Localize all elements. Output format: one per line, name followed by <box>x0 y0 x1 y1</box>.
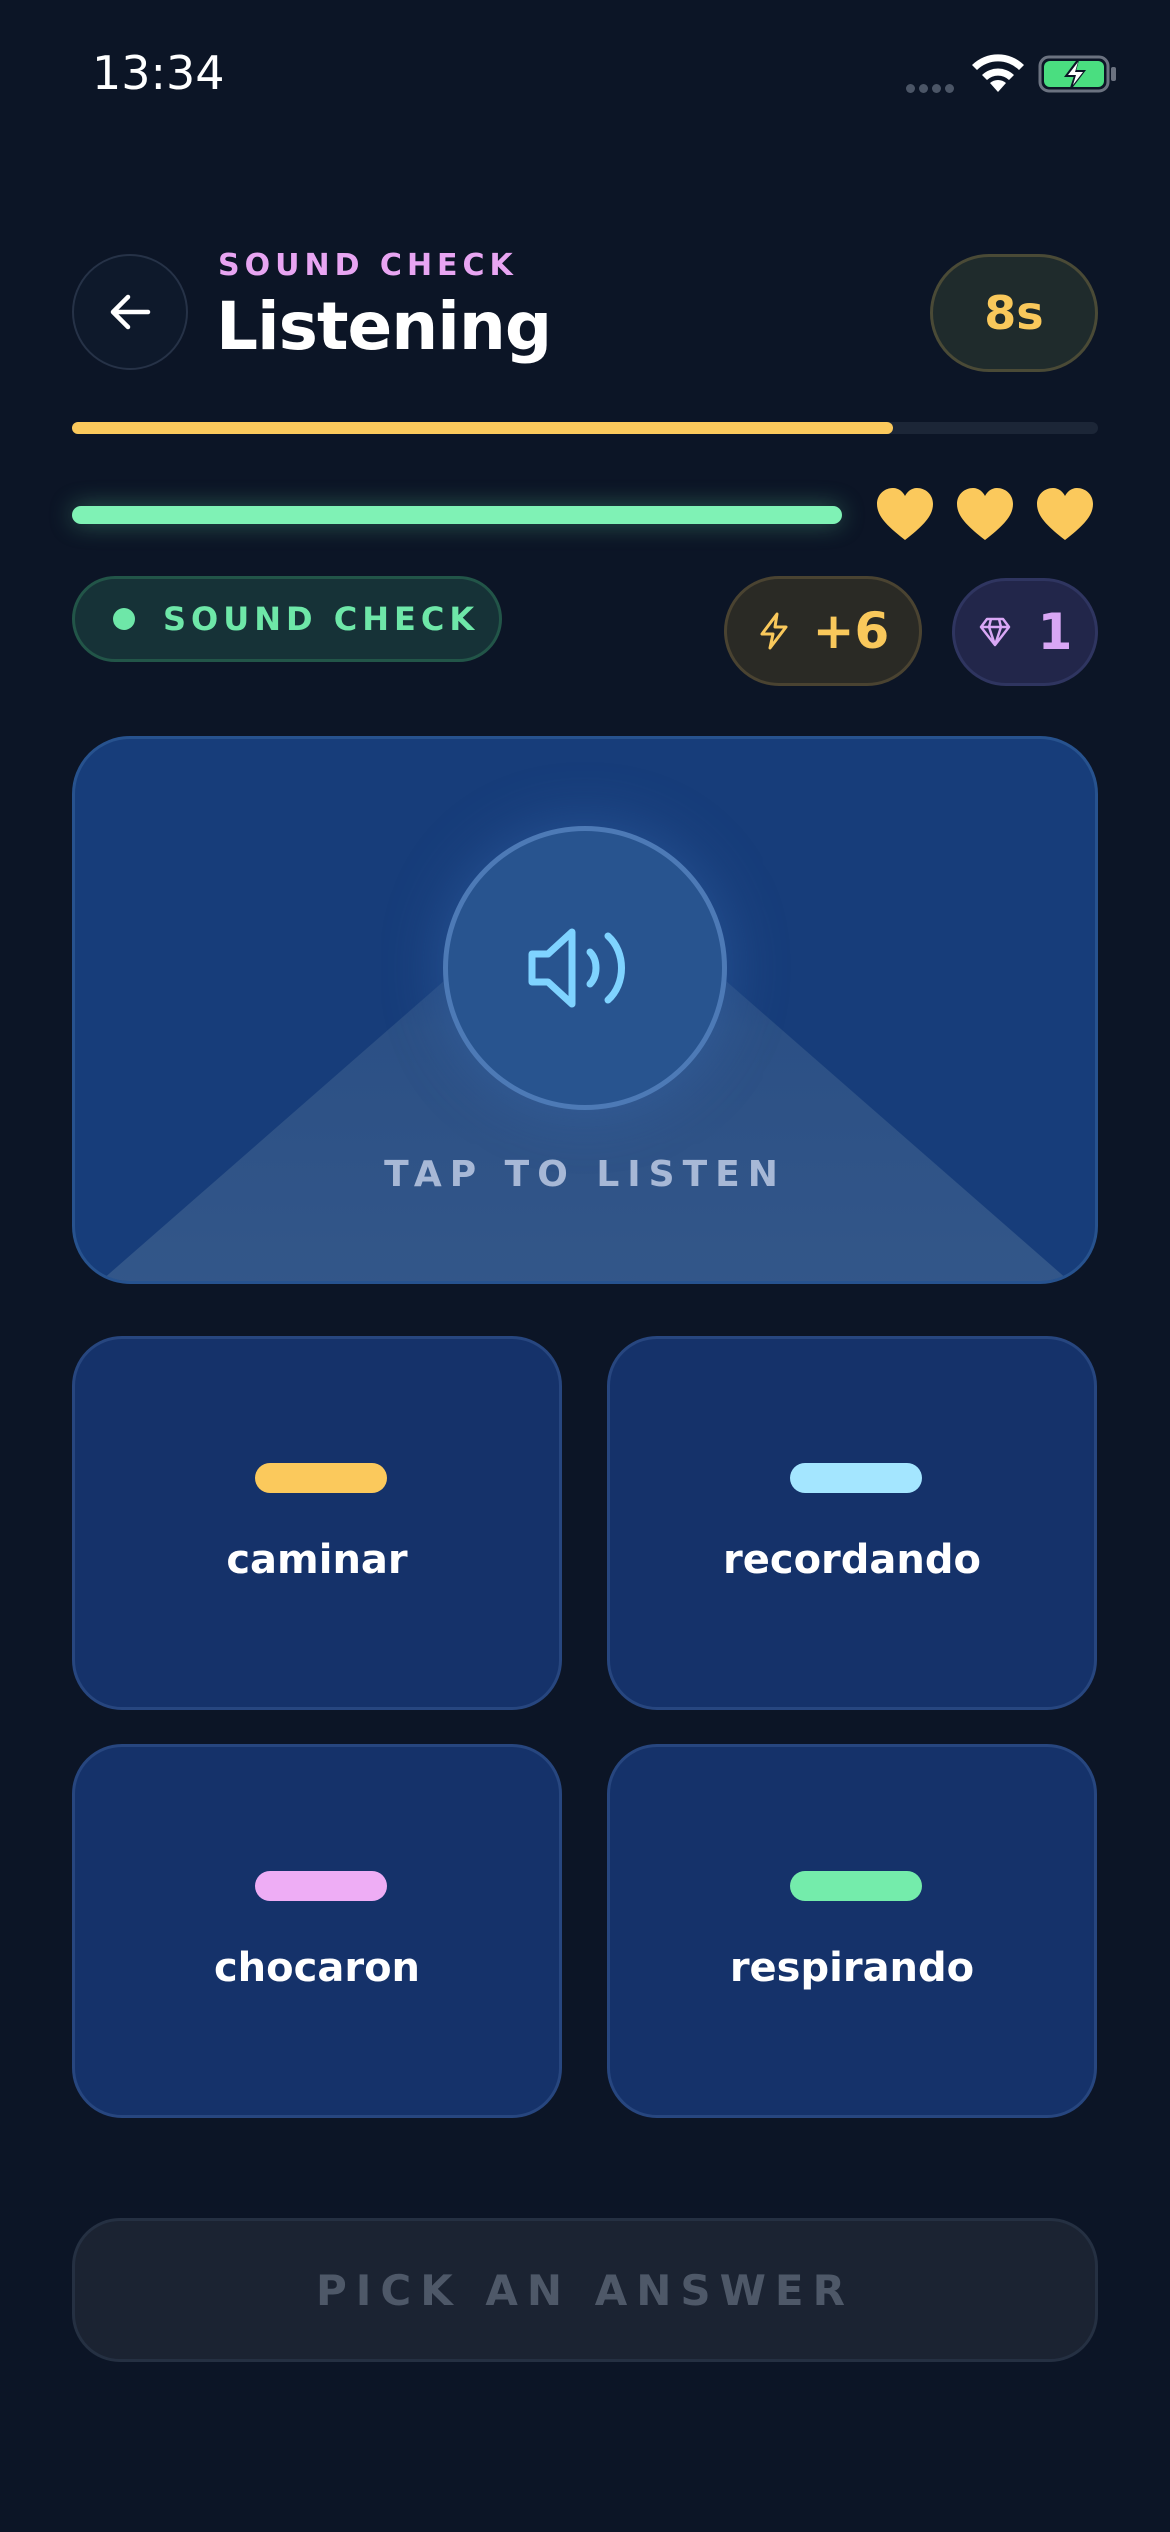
lesson-progress-fill <box>72 422 893 434</box>
answer-option[interactable]: recordando <box>607 1336 1097 1710</box>
health-bar <box>72 506 842 524</box>
answer-color-pill <box>790 1871 922 1901</box>
arrow-left-icon <box>110 294 151 330</box>
answer-color-pill <box>255 1871 387 1901</box>
answer-word: respirando <box>729 1945 975 1991</box>
mode-chip-label: SOUND CHECK <box>163 600 480 638</box>
answer-word: caminar <box>226 1537 408 1583</box>
wifi-icon <box>972 54 1024 92</box>
gem-count: 1 <box>1037 603 1073 661</box>
answer-word: recordando <box>723 1537 981 1583</box>
play-audio-button[interactable] <box>443 826 727 1110</box>
timer-badge: 8s <box>930 254 1098 372</box>
gem-chip: 1 <box>952 578 1098 686</box>
answer-option[interactable]: respirando <box>607 1744 1097 2118</box>
answer-color-pill <box>790 1463 922 1493</box>
heart-icon <box>877 488 933 540</box>
answer-color-pill <box>255 1463 387 1493</box>
xp-value: +6 <box>812 602 890 660</box>
gem-icon <box>979 617 1010 647</box>
submit-answer-button[interactable]: PICK AN ANSWER <box>72 2218 1098 2362</box>
status-time: 13:34 <box>92 46 225 100</box>
mode-chip: SOUND CHECK <box>72 576 502 662</box>
battery-charging-icon <box>1038 55 1116 93</box>
heart-icon <box>1037 488 1093 540</box>
signal-dots-icon <box>906 78 958 93</box>
page-title: Listening <box>216 288 552 365</box>
answer-word: chocaron <box>213 1945 421 1991</box>
status-dot <box>113 608 135 630</box>
lightning-icon <box>760 612 788 650</box>
tap-to-listen-label: TAP TO LISTEN <box>384 1154 786 1195</box>
speaker-icon <box>528 928 625 1008</box>
answer-option[interactable]: chocaron <box>72 1744 562 2118</box>
answer-option[interactable]: caminar <box>72 1336 562 1710</box>
lesson-eyebrow: SOUND CHECK <box>218 248 518 283</box>
xp-chip: +6 <box>724 576 922 686</box>
back-button[interactable] <box>72 254 188 370</box>
heart-icon <box>957 488 1013 540</box>
